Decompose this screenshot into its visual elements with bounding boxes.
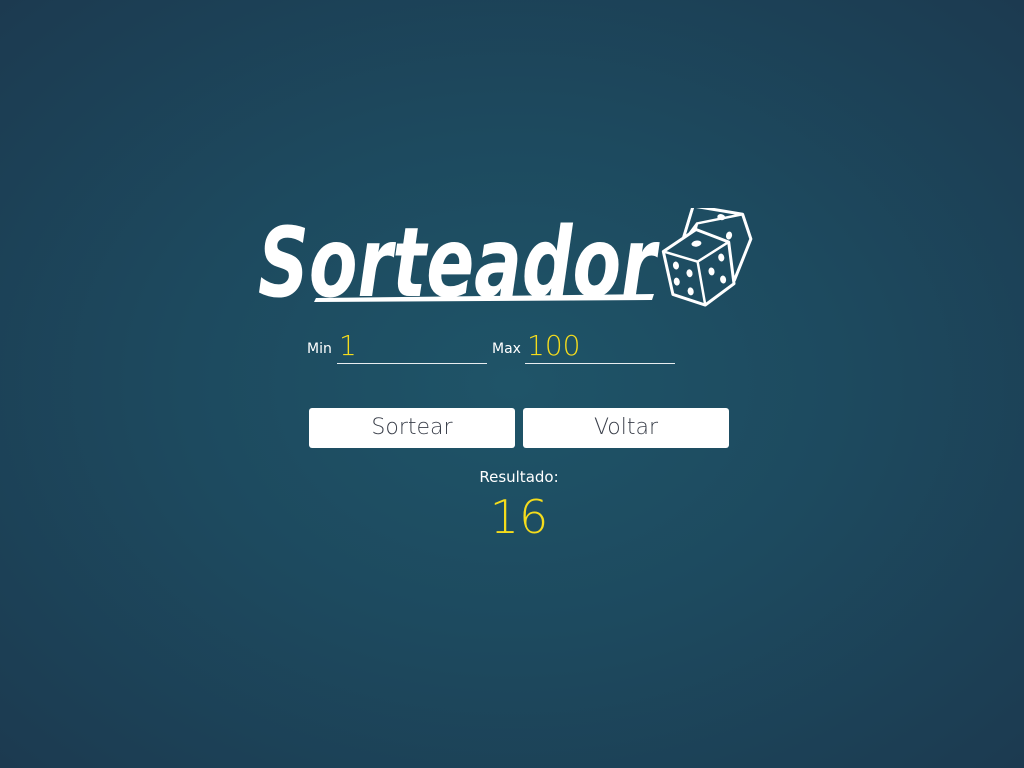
logo-wordmark: Sorteador bbox=[258, 207, 660, 310]
app-logo: Sorteador bbox=[256, 184, 782, 310]
logo-text: Sorteador bbox=[258, 207, 660, 310]
result-label: Resultado: bbox=[479, 468, 559, 486]
min-label: Min bbox=[307, 341, 332, 357]
draw-button[interactable]: Sortear bbox=[309, 408, 515, 448]
dice-icon bbox=[661, 208, 753, 307]
back-button[interactable]: Voltar bbox=[523, 408, 729, 448]
max-input[interactable] bbox=[525, 328, 675, 364]
min-input[interactable] bbox=[337, 328, 487, 364]
range-form: Min Max bbox=[0, 328, 1024, 368]
result-value: 16 bbox=[489, 490, 549, 544]
max-label: Max bbox=[492, 341, 521, 357]
